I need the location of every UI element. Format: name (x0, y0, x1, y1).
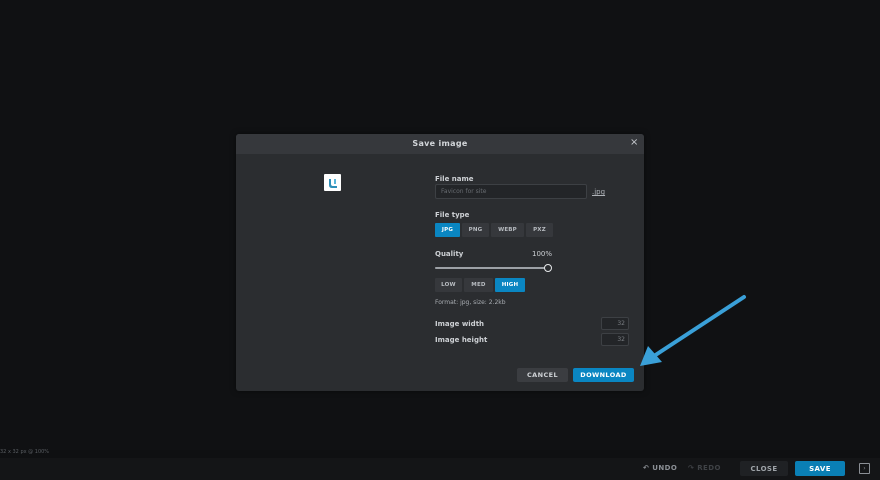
bottom-toolbar: ↶ UNDO ↷ REDO CLOSE SAVE › (0, 458, 880, 480)
save-image-dialog: Save image × File name .jpg File type JP… (236, 134, 644, 391)
image-width-input[interactable] (601, 317, 629, 330)
file-type-pxz[interactable]: PXZ (526, 223, 553, 237)
format-info: Format: jpg, size: 2.2kb (435, 299, 506, 306)
file-type-label: File type (435, 211, 470, 219)
dialog-title: Save image (412, 139, 468, 148)
redo-label: REDO (697, 464, 721, 472)
download-button[interactable]: DOWNLOAD (573, 368, 634, 382)
quality-preset-selector: LOW MED HIGH (435, 278, 525, 292)
file-type-png[interactable]: PNG (462, 223, 489, 237)
quality-slider-fill (435, 267, 545, 269)
undo-button[interactable]: ↶ UNDO (643, 464, 677, 472)
quality-slider-handle[interactable] (544, 264, 552, 272)
quality-label: Quality (435, 250, 464, 258)
favicon-preview (324, 174, 341, 191)
file-name-label: File name (435, 175, 474, 183)
redo-button[interactable]: ↷ REDO (688, 464, 721, 472)
file-name-input[interactable] (435, 184, 587, 199)
save-button[interactable]: SAVE (795, 461, 845, 476)
quality-med[interactable]: MED (464, 278, 493, 292)
quality-slider-track[interactable] (435, 267, 545, 269)
file-type-jpg[interactable]: JPG (435, 223, 460, 237)
undo-label: UNDO (652, 464, 678, 472)
panel-toggle-icon[interactable]: › (859, 463, 870, 474)
file-extension: .jpg (592, 188, 606, 196)
favicon-preview-icon (329, 179, 337, 188)
close-button[interactable]: CLOSE (740, 461, 788, 476)
quality-high[interactable]: HIGH (495, 278, 525, 292)
image-height-input[interactable] (601, 333, 629, 346)
quality-value: 100% (532, 250, 553, 258)
redo-icon: ↷ (688, 464, 695, 472)
dialog-header: Save image × (236, 134, 644, 154)
undo-icon: ↶ (643, 464, 650, 472)
close-icon[interactable]: × (630, 138, 638, 148)
image-height-label: Image height (435, 336, 488, 344)
cancel-button[interactable]: CANCEL (517, 368, 568, 382)
quality-low[interactable]: LOW (435, 278, 462, 292)
file-type-webp[interactable]: WEBP (491, 223, 524, 237)
file-type-selector: JPG PNG WEBP PXZ (435, 223, 553, 237)
image-width-label: Image width (435, 320, 485, 328)
canvas-status-info: 32 x 32 px @ 100% (0, 449, 50, 455)
